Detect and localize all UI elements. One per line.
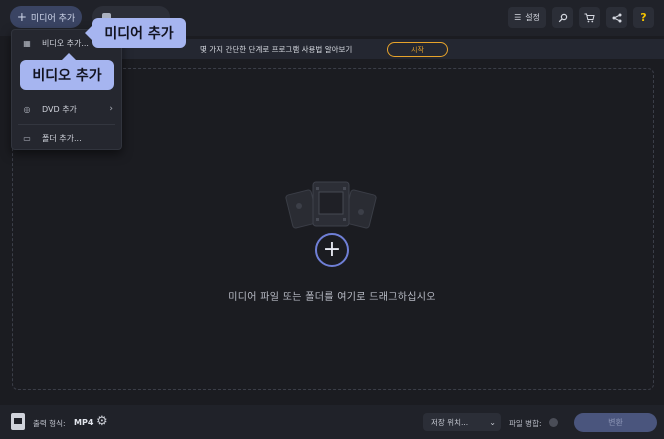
merge-files-toggle[interactable]	[549, 418, 558, 427]
menu-item-label: 비디오 추가...	[42, 38, 89, 48]
menu-item-add-dvd[interactable]: ◎ DVD 추가 ›	[12, 98, 121, 120]
settings-label: 설정	[525, 13, 540, 22]
search-icon	[558, 13, 567, 22]
save-location-select[interactable]: 저장 위치... ⌄	[423, 413, 501, 431]
toolbar-right-group: ☰ 설정 ?	[508, 7, 654, 28]
add-media-tooltip: 미디어 추가	[85, 18, 186, 48]
output-format-icon[interactable]	[11, 413, 25, 430]
media-placeholder-icon	[285, 181, 377, 229]
chevron-down-icon: ⌄	[489, 417, 496, 427]
disc-icon: ◎	[23, 104, 31, 114]
chevron-right-icon: ›	[109, 104, 113, 114]
add-media-button[interactable]: + 미디어 추가	[10, 6, 82, 28]
share-button[interactable]	[606, 7, 627, 28]
merge-files-label: 파일 병합:	[509, 419, 542, 428]
menu-item-label: 폴더 추가...	[42, 133, 82, 143]
plus-icon: +	[322, 237, 342, 262]
settings-button[interactable]: ☰ 설정	[508, 7, 546, 28]
output-format-label: 출력 형식:	[33, 419, 66, 428]
tutorial-banner-text: 몇 가지 간단한 단계로 프로그램 사용법 알아보기	[200, 45, 353, 54]
plus-icon: +	[16, 10, 27, 24]
add-video-tooltip: 비디오 추가	[20, 53, 114, 90]
help-button[interactable]: ?	[633, 7, 654, 28]
menu-item-add-folder[interactable]: ▭ 폴더 추가...	[12, 127, 121, 149]
output-format-value[interactable]: MP4	[74, 418, 93, 427]
menu-divider	[18, 124, 115, 125]
cart-icon	[584, 13, 595, 22]
help-icon: ?	[640, 11, 647, 24]
add-media-label: 미디어 추가	[30, 13, 76, 24]
menu-item-label: DVD 추가	[42, 104, 77, 114]
save-location-label: 저장 위치...	[431, 417, 469, 427]
cart-button[interactable]	[579, 7, 600, 28]
folder-icon: ▭	[23, 133, 31, 143]
add-media-plus-button[interactable]: +	[315, 233, 349, 267]
search-button[interactable]	[552, 7, 573, 28]
share-icon	[612, 13, 621, 22]
convert-button[interactable]: 변환	[574, 413, 657, 432]
tutorial-start-button[interactable]: 시작	[387, 42, 448, 57]
drop-zone-hint: 미디어 파일 또는 폴더를 여기로 드래그하십시오	[228, 292, 436, 303]
film-icon: ▦	[23, 38, 31, 48]
gear-icon[interactable]: ⚙	[96, 414, 108, 429]
menu-lines-icon: ☰	[514, 13, 522, 22]
